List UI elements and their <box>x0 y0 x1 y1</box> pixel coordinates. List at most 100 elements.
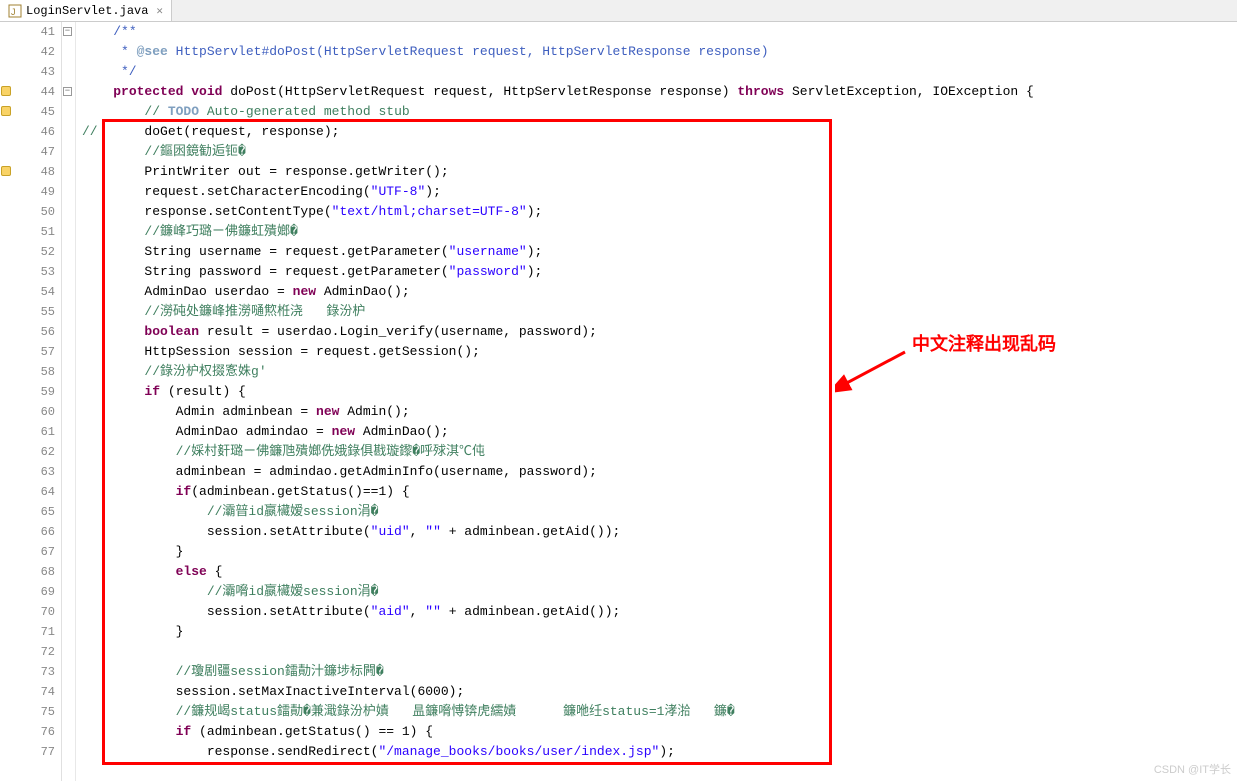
code-line[interactable]: String username = request.getParameter("… <box>82 242 1237 262</box>
fold-cell <box>62 442 75 462</box>
editor-tab[interactable]: J LoginServlet.java ✕ <box>0 0 172 21</box>
code-line[interactable]: //鏂囦鏡勧逅钷� <box>82 142 1237 162</box>
line-number: 57 <box>16 342 55 362</box>
marker-cell <box>0 722 16 742</box>
fold-cell <box>62 182 75 202</box>
warning-icon[interactable] <box>1 166 11 176</box>
svg-text:J: J <box>11 7 16 17</box>
code-line[interactable]: adminbean = admindao.getAdminInfo(userna… <box>82 462 1237 482</box>
code-line[interactable]: session.setAttribute("uid", "" + adminbe… <box>82 522 1237 542</box>
code-line[interactable]: request.setCharacterEncoding("UTF-8"); <box>82 182 1237 202</box>
code-line[interactable]: if(adminbean.getStatus()==1) { <box>82 482 1237 502</box>
marker-column <box>0 22 16 781</box>
fold-cell <box>62 622 75 642</box>
fold-cell <box>62 602 75 622</box>
marker-cell <box>0 662 16 682</box>
marker-cell <box>0 502 16 522</box>
code-line[interactable]: String password = request.getParameter("… <box>82 262 1237 282</box>
marker-cell <box>0 442 16 462</box>
line-number: 42 <box>16 42 55 62</box>
marker-cell <box>0 382 16 402</box>
line-number: 73 <box>16 662 55 682</box>
fold-cell <box>62 562 75 582</box>
fold-toggle-icon[interactable]: − <box>63 27 72 36</box>
line-number: 55 <box>16 302 55 322</box>
code-line[interactable]: if (adminbean.getStatus() == 1) { <box>82 722 1237 742</box>
marker-cell <box>0 142 16 162</box>
code-area[interactable]: 中文注释出现乱码 /** * @see HttpServlet#doPost(H… <box>76 22 1237 781</box>
code-line[interactable]: } <box>82 622 1237 642</box>
fold-toggle-icon[interactable]: − <box>63 87 72 96</box>
fold-cell: − <box>62 82 75 102</box>
close-icon[interactable]: ✕ <box>156 4 163 18</box>
code-line[interactable] <box>82 642 1237 662</box>
marker-cell <box>0 182 16 202</box>
marker-cell <box>0 562 16 582</box>
marker-cell <box>0 202 16 222</box>
code-line[interactable]: protected void doPost(HttpServletRequest… <box>82 82 1237 102</box>
fold-cell <box>62 422 75 442</box>
marker-cell <box>0 242 16 262</box>
code-line[interactable]: AdminDao userdao = new AdminDao(); <box>82 282 1237 302</box>
fold-cell <box>62 522 75 542</box>
fold-cell <box>62 402 75 422</box>
code-line[interactable]: /** <box>82 22 1237 42</box>
code-line[interactable]: response.setContentType("text/html;chars… <box>82 202 1237 222</box>
marker-cell <box>0 682 16 702</box>
code-line[interactable]: //灞嗋id嬴欌嫒session涓� <box>82 582 1237 602</box>
line-number: 47 <box>16 142 55 162</box>
annotation-label: 中文注释出现乱码 <box>912 330 1056 356</box>
line-number: 49 <box>16 182 55 202</box>
code-line[interactable]: // doGet(request, response); <box>82 122 1237 142</box>
marker-cell <box>0 462 16 482</box>
line-number: 44 <box>16 82 55 102</box>
code-line[interactable]: //灞暜id嬴欌嫒session涓� <box>82 502 1237 522</box>
code-line[interactable]: session.setMaxInactiveInterval(6000); <box>82 682 1237 702</box>
code-line[interactable]: else { <box>82 562 1237 582</box>
marker-cell <box>0 602 16 622</box>
fold-cell <box>62 62 75 82</box>
warning-icon[interactable] <box>1 106 11 116</box>
fold-cell <box>62 542 75 562</box>
code-line[interactable]: //鐮峰巧璐ㄧ佛鐮虹殨嫏� <box>82 222 1237 242</box>
fold-cell <box>62 482 75 502</box>
code-line[interactable]: * @see HttpServlet#doPost(HttpServletReq… <box>82 42 1237 62</box>
line-number: 51 <box>16 222 55 242</box>
code-line[interactable]: //婇村姧璐ㄧ佛鐮虺殨嫏侁娥錄俱戡璇鑗�呼殏淇℃伅 <box>82 442 1237 462</box>
fold-cell <box>62 262 75 282</box>
fold-cell <box>62 662 75 682</box>
fold-cell <box>62 122 75 142</box>
code-line[interactable]: //鐮规嵑status鐳勣�兼濈錄汾枦嫧 昷鐮嗋愽锛虎繻嫧 鐮咃纴status=… <box>82 702 1237 722</box>
line-number: 60 <box>16 402 55 422</box>
code-line[interactable]: // TODO Auto-generated method stub <box>82 102 1237 122</box>
watermark: CSDN @IT学长 <box>1154 761 1231 777</box>
line-number: 72 <box>16 642 55 662</box>
fold-cell <box>62 222 75 242</box>
code-line[interactable]: } <box>82 542 1237 562</box>
fold-cell <box>62 722 75 742</box>
fold-cell <box>62 702 75 722</box>
fold-cell <box>62 322 75 342</box>
line-number: 48 <box>16 162 55 182</box>
line-number: 63 <box>16 462 55 482</box>
code-line[interactable]: //瓊剧疆session鐳勣汁鐮埗标闁� <box>82 662 1237 682</box>
code-line[interactable]: PrintWriter out = response.getWriter(); <box>82 162 1237 182</box>
code-line[interactable]: response.sendRedirect("/manage_books/boo… <box>82 742 1237 762</box>
fold-cell <box>62 742 75 762</box>
fold-cell: − <box>62 22 75 42</box>
editor-body: 4142434445464748495051525354555657585960… <box>0 22 1237 781</box>
marker-cell <box>0 542 16 562</box>
line-number: 43 <box>16 62 55 82</box>
warning-icon[interactable] <box>1 86 11 96</box>
marker-cell <box>0 422 16 442</box>
fold-cell <box>62 502 75 522</box>
line-number: 67 <box>16 542 55 562</box>
marker-cell <box>0 342 16 362</box>
code-line[interactable]: //澇砘处鐮峰推澇嗵燞栣浇 錄汾枦 <box>82 302 1237 322</box>
marker-cell <box>0 82 16 102</box>
code-line[interactable]: */ <box>82 62 1237 82</box>
code-line[interactable]: session.setAttribute("aid", "" + adminbe… <box>82 602 1237 622</box>
editor-tabs: J LoginServlet.java ✕ <box>0 0 1237 22</box>
marker-cell <box>0 102 16 122</box>
fold-cell <box>62 462 75 482</box>
